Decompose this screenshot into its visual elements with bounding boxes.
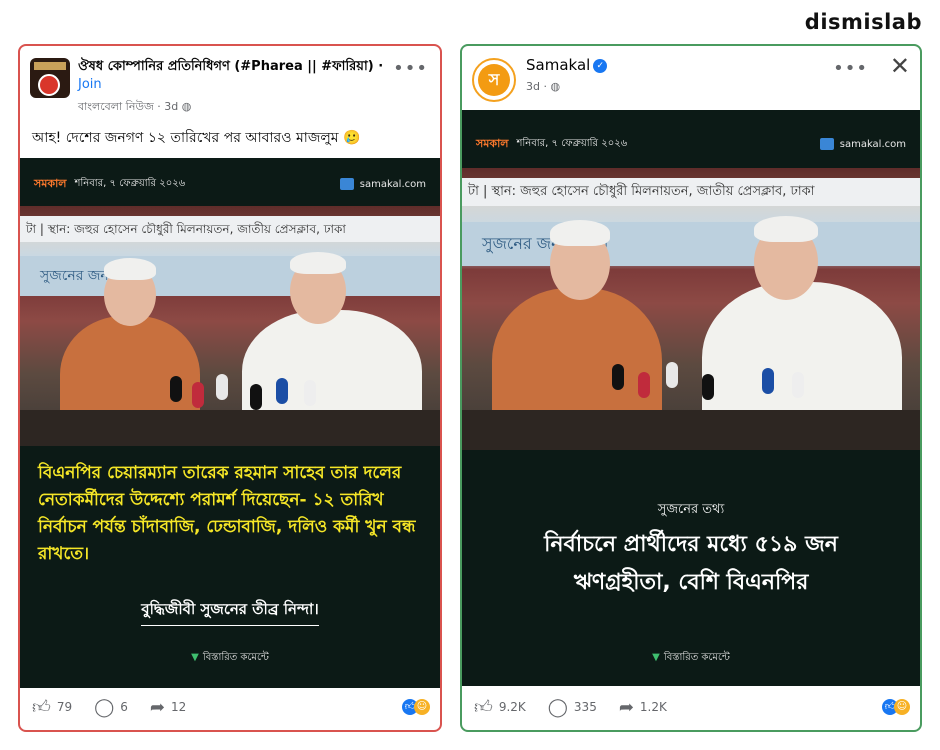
quote-sub: বুদ্ধিজীবী সুজনের তীব্র নিন্দা। xyxy=(141,598,319,626)
site-icon xyxy=(819,138,834,150)
dismislab-logo: dismislab xyxy=(804,10,922,34)
share-icon: ➦ xyxy=(149,696,165,718)
globe-icon: ◍ xyxy=(550,80,561,93)
triangle-down-icon: ▼ xyxy=(191,652,199,663)
share-button[interactable]: ➦ 1.2K xyxy=(619,697,667,718)
banner-top: টা | স্থান: জহুর হোসেন চৌধুরী মিলনায়তন,… xyxy=(462,178,920,206)
label-text: সুজনের তথ্য xyxy=(657,502,725,517)
see-comments: ▼ বিস্তারিত কমেন্টে xyxy=(191,652,269,663)
triangle-down-icon: ▼ xyxy=(652,652,660,663)
image-date: শনিবার, ৭ ফেব্রুয়ারি ২০২৬ xyxy=(516,137,628,149)
right-post: স Samakal ✓ 3d · ◍ ••• ✕ সমকাল শনিবার, ৭ … xyxy=(460,44,922,732)
reactions[interactable]: 👍︎ ☺ xyxy=(402,699,430,715)
post-image[interactable]: সমকাল শনিবার, ৭ ফেব্রুয়ারি ২০২৬ samakal… xyxy=(20,158,440,688)
share-icon: ➦ xyxy=(618,696,634,718)
headline-2: ঋণগ্রহীতা, বেশি বিএনপির xyxy=(573,570,809,595)
headline-1: নির্বাচনে প্রার্থীদের মধ্যে ৫১৯ জন xyxy=(544,532,838,557)
globe-icon: ◍ xyxy=(181,100,192,113)
comment-icon: ◯ xyxy=(547,696,568,718)
share-button[interactable]: ➦ 12 xyxy=(150,697,186,718)
more-dots-icon[interactable]: ••• xyxy=(833,58,868,79)
see-comments: ▼ বিস্তারিত কমেন্টে xyxy=(652,652,730,663)
samakal-logo: সমকাল xyxy=(34,176,67,190)
site-icon xyxy=(339,178,354,190)
press-photo: টা | স্থান: জহুর হোসেন চৌধুরী মিলনায়তন,… xyxy=(462,168,920,450)
post-image[interactable]: সমকাল শনিবার, ৭ ফেব্রুয়ারি ২০২৬ samakal… xyxy=(462,110,920,686)
group-avatar[interactable] xyxy=(30,58,70,98)
image-topbar: সমকাল শনিবার, ৭ ফেব্রুয়ারি ২০২৬ samakal… xyxy=(476,130,906,158)
verified-icon: ✓ xyxy=(593,58,608,73)
like-icon: 👍︎ xyxy=(32,697,51,718)
image-date: শনিবার, ৭ ফেব্রুয়ারি ২০২৬ xyxy=(74,177,186,189)
like-button[interactable]: 👍︎ 9.2K xyxy=(474,696,526,718)
press-photo: টা | স্থান: জহুর হোসেন চৌধুরী মিলনায়তন,… xyxy=(20,206,440,446)
image-site: samakal.com xyxy=(359,178,426,190)
post-time[interactable]: 3d xyxy=(526,80,540,93)
close-icon[interactable]: ✕ xyxy=(890,52,910,80)
join-link[interactable]: Join xyxy=(78,77,102,92)
left-post: ঔষধ কোম্পানির প্রতিনিধিগণ (#Pharea || #ফ… xyxy=(18,44,442,732)
comment-icon: ◯ xyxy=(94,696,115,718)
reactions[interactable]: 👍︎ ☺ xyxy=(882,699,910,715)
like-icon: 👍︎ xyxy=(474,697,493,718)
author-name[interactable]: বাংলবেলা নিউজ xyxy=(78,100,154,113)
comment-button[interactable]: ◯ 335 xyxy=(548,697,597,718)
post-time[interactable]: 3d xyxy=(164,100,178,113)
image-topbar: সমকাল শনিবার, ৭ ফেব্রুয়ারি ২০২৬ samakal… xyxy=(34,170,426,198)
quote-text: বিএনপির চেয়ারম্যান তারেক রহমান সাহেব তা… xyxy=(38,463,416,564)
post-meta: 3d · ◍ xyxy=(526,80,561,93)
page-name[interactable]: Samakal ✓ xyxy=(526,56,608,74)
comment-button[interactable]: ◯ 6 xyxy=(94,697,128,718)
reaction-haha-icon: ☺ xyxy=(414,699,430,715)
group-name[interactable]: ঔষধ কোম্পানির প্রতিনিধিগণ (#Pharea || #ফ… xyxy=(78,58,400,94)
post-actions: 👍︎ 9.2K ◯ 335 ➦ 1.2K 👍︎ ☺ xyxy=(462,684,920,730)
samakal-logo: সমকাল xyxy=(476,136,509,150)
post-header: স Samakal ✓ 3d · ◍ ••• ✕ xyxy=(462,46,920,110)
more-dots-icon[interactable]: ••• xyxy=(393,58,428,79)
like-button[interactable]: 👍︎ 79 xyxy=(32,696,72,718)
image-site: samakal.com xyxy=(839,138,906,150)
post-caption: আহ! দেশের জনগণ ১২ তারিখের পর আবারও মাজলু… xyxy=(32,130,361,146)
post-header: ঔষধ কোম্পানির প্রতিনিধিগণ (#Pharea || #ফ… xyxy=(20,46,440,113)
post-actions: 👍︎ 79 ◯ 6 ➦ 12 👍︎ ☺ xyxy=(20,684,440,730)
banner-mid: সুজনের জন্য নাগরি xyxy=(20,256,440,296)
banner-top: টা | স্থান: জহুর হোসেন চৌধুরী মিলনায়তন,… xyxy=(20,216,440,242)
reaction-haha-icon: ☺ xyxy=(894,699,910,715)
group-name-text[interactable]: ঔষধ কোম্পানির প্রতিনিধিগণ (#Pharea || #ফ… xyxy=(78,59,374,74)
page-avatar[interactable]: স xyxy=(472,58,516,102)
post-meta: বাংলবেলা নিউজ · 3d ◍ xyxy=(78,100,192,113)
banner-mid: সুজনের জন্য নাগরি xyxy=(462,222,920,266)
